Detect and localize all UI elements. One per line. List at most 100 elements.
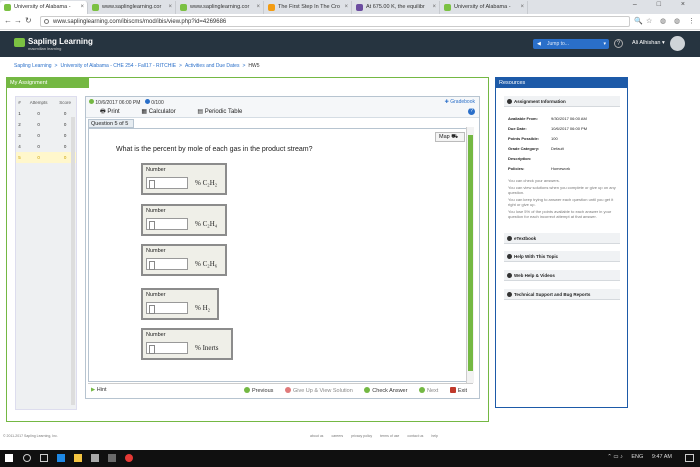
close-icon[interactable]: × [432, 1, 436, 14]
scrollbar[interactable] [71, 117, 75, 405]
notification-icon[interactable] [685, 454, 694, 462]
gradebook-link[interactable]: ✚ Gradebook [445, 99, 475, 105]
user-menu[interactable]: Ali Alhishan ▾ [632, 40, 665, 46]
periodic-table-button[interactable]: ▤ Periodic Table [197, 109, 252, 115]
sapling-logo[interactable]: Sapling Learning macmillan learning [14, 37, 93, 51]
navigation-buttons: Previous Give Up & View Solution Check A… [244, 387, 477, 394]
footer-link[interactable]: careers [331, 434, 343, 438]
url-field[interactable]: www.saplinglearning.com/ibiscms/mod/ibis… [40, 16, 630, 27]
give-up-icon [284, 387, 291, 393]
breadcrumb-link[interactable]: Activities and Due Dates [185, 63, 239, 69]
table-cell: 3 [18, 133, 21, 138]
star-icon[interactable]: ☆ [646, 17, 652, 25]
footer-link[interactable]: contact us [407, 434, 423, 438]
give-up-button[interactable]: Give Up & View Solution [284, 387, 358, 394]
jump-to-select[interactable]: ◀ Jump to... ▾ [533, 39, 609, 49]
windows-start-icon[interactable] [5, 454, 13, 462]
forward-icon[interactable]: → [14, 16, 22, 25]
number-input-c2h6: Number % C₂H₆ [141, 244, 227, 276]
favicon-icon [92, 4, 99, 11]
browser-tab[interactable]: At 675.00 K, the equilibr × [352, 1, 440, 14]
table-row[interactable]: 500 [16, 152, 76, 163]
task-view-icon[interactable] [40, 454, 48, 462]
etextbook-section[interactable]: eTextbook [504, 233, 620, 244]
table-row[interactable]: 200 [16, 119, 76, 130]
browser-tab[interactable]: University of Alabama - × [440, 1, 528, 14]
tech-support-section[interactable]: Technical Support and Bug Reports [504, 289, 620, 300]
help-topic-section[interactable]: Help With This Topic [504, 251, 620, 262]
language-indicator[interactable]: ENG [631, 454, 643, 460]
footer-link[interactable]: terms of use [380, 434, 399, 438]
check-icon [364, 387, 371, 393]
question-scrollbar[interactable] [466, 127, 474, 383]
tool-buttons: 🖶 Print ▦ Calculator ▤ Periodic Table [100, 107, 262, 117]
chrome-icon[interactable] [125, 454, 133, 462]
os-taskbar: ⌃ ▭ ♪ ENG 9:47 AM [0, 450, 700, 467]
close-icon[interactable]: × [80, 1, 84, 14]
footer-link[interactable]: privacy policy [351, 434, 372, 438]
browser-tab[interactable]: The First Step In The Cro × [264, 1, 352, 14]
close-icon[interactable]: × [168, 1, 172, 14]
clock-icon [89, 99, 94, 104]
table-row[interactable]: 100 [16, 108, 76, 119]
hint-button[interactable]: ▶ Hint [91, 387, 107, 393]
web-help-section[interactable]: Web Help & Videos [504, 270, 620, 281]
close-icon[interactable]: × [520, 1, 524, 14]
zoom-icon[interactable]: 🔍 [634, 17, 643, 25]
footer-link[interactable]: about us [310, 434, 323, 438]
previous-button[interactable]: Previous [244, 387, 278, 394]
breadcrumb-link[interactable]: HW5 [248, 63, 259, 69]
store-icon[interactable] [91, 454, 99, 462]
chevron-down-icon: ▾ [603, 41, 606, 47]
column-header: Attempts [29, 100, 48, 105]
reload-icon[interactable]: ↻ [25, 16, 32, 25]
answer-input[interactable] [146, 177, 188, 189]
breadcrumb-link[interactable]: Sapling Learning [14, 63, 52, 69]
browser-tab[interactable]: www.saplinglearning.cor × [88, 1, 176, 14]
favicon-icon [444, 4, 451, 11]
back-icon[interactable]: ← [4, 16, 12, 25]
window-controls[interactable]: – □ × [633, 1, 694, 8]
help-icon[interactable]: ? [614, 39, 623, 48]
favicon-icon [180, 4, 187, 11]
tray-icons[interactable]: ⌃ ▭ ♪ [607, 454, 623, 460]
info-icon[interactable] [44, 19, 49, 24]
calculator-button[interactable]: ▦ Calculator [141, 109, 185, 115]
clock[interactable]: 9:47 AM [652, 454, 672, 460]
answer-input[interactable] [146, 258, 188, 270]
menu-icon[interactable]: ⋮ [688, 17, 695, 25]
extension-icon-2[interactable]: ◍ [674, 17, 680, 25]
footer-links: about us careers privacy policy terms of us… [310, 434, 446, 438]
table-row[interactable]: 400 [16, 141, 76, 152]
browser-tab[interactable]: University of Alabama - × [0, 1, 88, 14]
answer-input[interactable] [146, 342, 188, 354]
next-button[interactable]: Next [418, 387, 443, 394]
search-icon[interactable] [23, 454, 31, 462]
exit-button[interactable]: Exit [449, 387, 472, 394]
number-input-c2h2: Number % C₂H₂ [141, 163, 227, 195]
app-icon[interactable] [108, 454, 116, 462]
question-prompt: What is the percent by mole of each gas … [116, 146, 313, 153]
table-row[interactable]: 300 [16, 130, 76, 141]
footer-link[interactable]: help [431, 434, 438, 438]
folder-icon[interactable] [74, 454, 82, 462]
answer-input[interactable] [146, 218, 188, 230]
breadcrumb-link[interactable]: University of Alabama - CHE 254 - Fall17… [60, 63, 176, 69]
map-button[interactable]: Map ⛟ [435, 132, 465, 142]
print-button[interactable]: 🖶 Print [100, 109, 130, 115]
answer-input[interactable] [146, 302, 188, 314]
question-tab[interactable]: Question 5 of 5 [88, 119, 134, 128]
table-cell: 0 [37, 122, 40, 127]
breadcrumb-separator: > [54, 63, 58, 69]
check-answer-button[interactable]: Check Answer [364, 387, 412, 394]
close-icon[interactable]: × [256, 1, 260, 14]
edge-icon[interactable] [57, 454, 65, 462]
extension-icon[interactable]: ◍ [660, 17, 666, 25]
avatar[interactable] [670, 36, 685, 51]
question-help-icon[interactable]: ? [468, 108, 475, 115]
assignment-information-section[interactable]: Assignment Information [504, 96, 620, 107]
close-icon[interactable]: × [344, 1, 348, 14]
browser-tab[interactable]: www.saplinglearning.cor × [176, 1, 264, 14]
question-toolbar: 10/6/2017 06:00 PM 0/100 🖶 Print ▦ Calcu… [86, 97, 479, 118]
scrollbar-thumb[interactable] [468, 135, 473, 371]
